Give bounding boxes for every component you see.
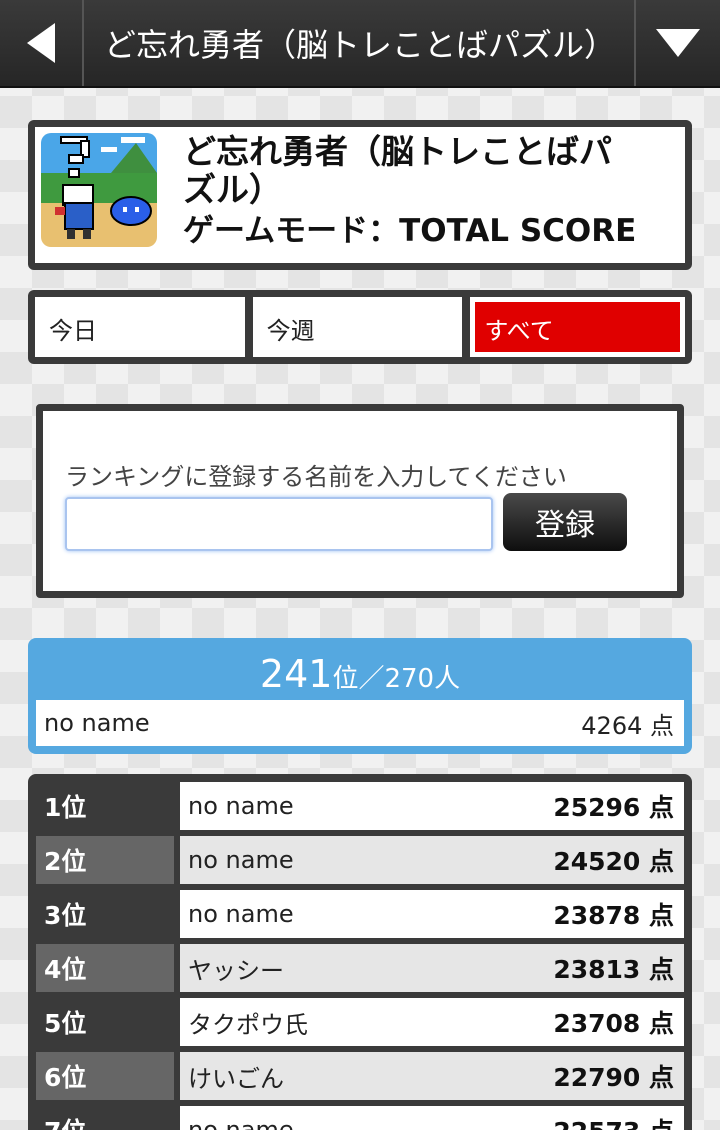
rank-position: 5位 [44,1009,87,1038]
game-info-card: ど忘れ勇者（脳トレことばパズル） ゲームモード：TOTAL SCORE [28,120,692,270]
game-mode: ゲームモード：TOTAL SCORE [183,211,643,251]
game-text: ど忘れ勇者（脳トレことばパズル） ゲームモード：TOTAL SCORE [183,133,643,251]
rank-name: no name [188,900,294,928]
game-mode-label: ゲームモード： [183,213,400,249]
rank-score: 24520 点 [553,847,674,876]
name-input[interactable] [65,497,493,551]
my-rank-heading: 241位／270人 [28,652,692,696]
menu-dropdown-button[interactable] [634,0,720,86]
table-row[interactable]: 7位 no name 22573 点 [36,1106,684,1130]
table-row[interactable]: 3位 no name 23878 点 [36,890,684,938]
rank-score: 23878 点 [553,901,674,930]
rank-name: けいごん [188,1064,284,1093]
back-arrow-icon [27,23,55,63]
rank-entry: ヤッシー 23813 点 [180,944,684,992]
rank-position: 4位 [36,944,174,992]
register-box: ランキングに登録する名前を入力してください 登録 [36,404,684,598]
rank-entry: no name 24520 点 [180,836,684,884]
rank-score: 23813 点 [553,955,674,984]
rank-score: 25296 点 [553,793,674,822]
my-rank-row: no name 4264 点 [36,700,684,746]
game-mode-value: TOTAL SCORE [399,213,637,249]
rank-name: no name [188,792,294,820]
tab-this-week[interactable]: 今週 [252,297,463,357]
rank-position: 1位 [44,793,87,822]
rank-score: 23708 点 [553,1009,674,1038]
rank-entry: no name 25296 点 [180,782,684,830]
rank-position: 7位 [36,1106,174,1130]
page-title: ど忘れ勇者（脳トレことばパズル） [104,26,617,64]
table-row[interactable]: 4位 ヤッシー 23813 点 [36,944,684,992]
rank-entry: no name 22573 点 [180,1106,684,1130]
my-rank-number: 241 [259,652,333,696]
rank-name: ヤッシー [188,956,284,985]
my-rank-name: no name [44,709,150,737]
rank-entry: タクポウ氏 23708 点 [180,998,684,1046]
top-bar: ど忘れ勇者（脳トレことばパズル） [0,0,720,88]
table-row[interactable]: 6位 けいごん 22790 点 [36,1052,684,1100]
rank-score: 22790 点 [553,1063,674,1092]
tab-all[interactable]: すべて [470,297,686,357]
back-button[interactable] [0,0,84,86]
rank-position: 6位 [36,1052,174,1100]
register-button[interactable]: 登録 [503,493,627,551]
rank-name: タクポウ氏 [188,1010,308,1039]
period-tabs: 今日 今週 すべて [28,290,692,364]
rank-entry: no name 23878 点 [180,890,684,938]
table-row[interactable]: 5位 タクポウ氏 23708 点 [36,998,684,1046]
tab-today[interactable]: 今日 [35,297,245,357]
rank-name: no name [188,846,294,874]
dropdown-arrow-icon [656,29,700,57]
register-prompt: ランキングに登録する名前を入力してください [65,463,567,491]
game-name: ど忘れ勇者（脳トレことばパズル） [183,132,612,209]
game-icon [41,133,157,247]
table-row[interactable]: 1位 no name 25296 点 [36,782,684,830]
rank-name: no name [188,1116,294,1130]
rank-position: 2位 [36,836,174,884]
ranking-list: 1位 no name 25296 点 2位 no name 24520 点 3位… [28,774,692,1130]
my-rank-suffix: 位／270人 [332,664,461,694]
rank-entry: けいごん 22790 点 [180,1052,684,1100]
rank-score: 22573 点 [553,1112,674,1130]
my-rank-score: 4264 点 [581,711,674,740]
table-row[interactable]: 2位 no name 24520 点 [36,836,684,884]
my-rank-box: 241位／270人 no name 4264 点 [28,638,692,754]
rank-position: 3位 [44,901,87,930]
